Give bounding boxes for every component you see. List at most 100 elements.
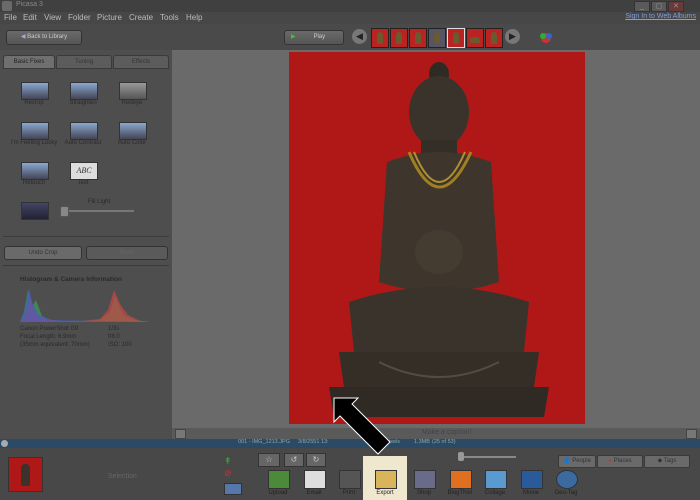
info-toggle-icon[interactable] bbox=[686, 429, 697, 439]
straighten-icon[interactable] bbox=[70, 82, 98, 100]
app-icon bbox=[2, 1, 12, 11]
menu-file[interactable]: File bbox=[4, 13, 17, 22]
collapse-icon[interactable] bbox=[1, 440, 8, 447]
auto-color-label: Auto Color bbox=[117, 140, 147, 146]
blogthis-icon[interactable] bbox=[450, 470, 472, 489]
menu-create[interactable]: Create bbox=[129, 13, 153, 22]
auto-contrast-label: Auto Contrast bbox=[64, 140, 102, 146]
text-tool-icon[interactable]: ABC bbox=[70, 162, 98, 180]
tab-effects[interactable]: Effects bbox=[113, 55, 169, 69]
statue-image bbox=[329, 62, 549, 417]
redo-button[interactable]: Redo bbox=[86, 246, 168, 260]
title-bar: Picasa 3 _ ▢ ✕ bbox=[0, 0, 700, 12]
email-icon[interactable] bbox=[304, 470, 326, 489]
text-label: Text bbox=[77, 180, 89, 186]
camera-model: Canon PowerShot G9 bbox=[20, 326, 79, 332]
next-photo-icon[interactable]: ▶ bbox=[505, 29, 520, 44]
menu-folder[interactable]: Folder bbox=[68, 13, 91, 22]
selection-thumbnail[interactable] bbox=[8, 457, 43, 492]
recrop-icon[interactable] bbox=[21, 82, 49, 100]
auto-color-icon[interactable] bbox=[119, 122, 147, 140]
fill-light-label: Fill Light bbox=[87, 199, 111, 205]
filmstrip-thumb-selected[interactable] bbox=[447, 28, 465, 48]
fill-light-track bbox=[60, 210, 134, 212]
status-date: 3/8/2551 13: bbox=[298, 439, 329, 445]
movie-icon[interactable] bbox=[521, 470, 543, 489]
menu-picture[interactable]: Picture bbox=[97, 13, 122, 22]
feeling-lucky-icon[interactable] bbox=[21, 122, 49, 140]
menu-tools[interactable]: Tools bbox=[160, 13, 179, 22]
rotate-right-icon[interactable]: ↻ bbox=[306, 453, 326, 467]
export-folder-icon[interactable] bbox=[375, 470, 397, 489]
people-label: People bbox=[572, 458, 591, 464]
caption-input[interactable]: Make a caption! bbox=[422, 429, 471, 436]
export-label: Export bbox=[376, 490, 394, 496]
clear-selection-icon[interactable]: ⊘ bbox=[224, 468, 236, 478]
filmstrip-thumb[interactable] bbox=[409, 28, 427, 48]
zoom-track bbox=[460, 456, 516, 458]
menu-bar: File Edit View Folder Picture Create Too… bbox=[0, 12, 700, 24]
caption-toggle-icon[interactable] bbox=[175, 429, 186, 439]
status-size: 1.3MB bbox=[414, 439, 430, 445]
places-label: Places bbox=[613, 458, 632, 464]
undo-crop-button[interactable]: Undo Crop bbox=[4, 246, 82, 260]
zoom-slider[interactable] bbox=[458, 452, 464, 461]
geotag-icon[interactable] bbox=[556, 470, 578, 489]
collage-icon[interactable] bbox=[485, 470, 507, 489]
menu-view[interactable]: View bbox=[44, 13, 61, 22]
recrop-label: Recrop bbox=[24, 100, 44, 106]
filmstrip-thumb[interactable] bbox=[485, 28, 503, 48]
iso-value: ISO: 100 bbox=[108, 342, 132, 348]
redeye-icon[interactable] bbox=[119, 82, 147, 100]
status-filename: 001 - IMG_1213.JPG bbox=[238, 439, 290, 445]
caption-bar: Make a caption! bbox=[172, 428, 700, 439]
edit-tool-icon[interactable] bbox=[538, 30, 554, 44]
tab-basic-fixes[interactable]: Basic Fixes bbox=[3, 55, 55, 69]
rotate-left-icon[interactable]: ↺ bbox=[284, 453, 304, 467]
collage-label: Collage bbox=[484, 490, 506, 496]
filmstrip-thumb[interactable] bbox=[428, 28, 446, 48]
blogthis-label: BlogThis! bbox=[447, 490, 473, 496]
tab-tags[interactable]: ◆ Tags bbox=[644, 455, 690, 468]
retouch-icon[interactable] bbox=[21, 162, 49, 180]
menu-edit[interactable]: Edit bbox=[23, 13, 37, 22]
play-button[interactable]: ▶ Play bbox=[284, 30, 344, 45]
print-icon[interactable] bbox=[339, 470, 361, 489]
email-label: Email bbox=[306, 490, 322, 496]
feeling-lucky-label: I'm Feeling Lucky bbox=[10, 140, 58, 146]
upload-icon[interactable] bbox=[268, 470, 290, 489]
divider bbox=[3, 236, 169, 237]
edit-panel: Basic Fixes Tuning Effects Recrop Straig… bbox=[0, 50, 172, 440]
tab-tuning[interactable]: Tuning bbox=[56, 55, 112, 69]
selection-label: Selection bbox=[108, 473, 137, 480]
filmstrip-thumb[interactable] bbox=[390, 28, 408, 48]
tab-places[interactable]: ● Places bbox=[597, 455, 643, 468]
play-icon: ▶ bbox=[291, 34, 296, 40]
geotag-label: Geo-Tag bbox=[554, 490, 578, 496]
play-label: Play bbox=[313, 34, 326, 40]
shop-icon[interactable] bbox=[414, 470, 436, 489]
auto-contrast-icon[interactable] bbox=[70, 122, 98, 140]
pointer-arrow-icon bbox=[328, 392, 398, 462]
sign-in-link[interactable]: Sign In to Web Albums bbox=[625, 13, 696, 20]
close-button[interactable]: ✕ bbox=[668, 1, 684, 12]
histogram-svg bbox=[20, 288, 150, 322]
histogram-graph bbox=[20, 282, 150, 322]
hold-icon[interactable]: ↟ bbox=[224, 456, 236, 466]
back-to-library-button[interactable]: ◀ Back to Library bbox=[6, 30, 82, 45]
maximize-button[interactable]: ▢ bbox=[651, 1, 667, 12]
add-to-album-icon[interactable] bbox=[224, 483, 242, 495]
tab-people[interactable]: 👤 People bbox=[558, 455, 596, 468]
fill-light-slider[interactable] bbox=[59, 206, 69, 217]
main-photo[interactable] bbox=[289, 52, 585, 424]
redeye-label: Redeye bbox=[121, 100, 143, 106]
previous-photo-icon[interactable]: ◀ bbox=[352, 29, 367, 44]
star-icon[interactable]: ☆ bbox=[258, 453, 280, 467]
people-icon: 👤 bbox=[563, 458, 573, 464]
menu-help[interactable]: Help bbox=[186, 13, 202, 22]
minimize-button[interactable]: _ bbox=[634, 1, 650, 12]
fill-light-icon bbox=[21, 202, 49, 220]
filmstrip-thumb[interactable] bbox=[371, 28, 389, 48]
toolbar: ◀ Back to Library ▶ Play ◀ ▶ bbox=[0, 24, 700, 51]
filmstrip-thumb[interactable] bbox=[466, 28, 484, 48]
